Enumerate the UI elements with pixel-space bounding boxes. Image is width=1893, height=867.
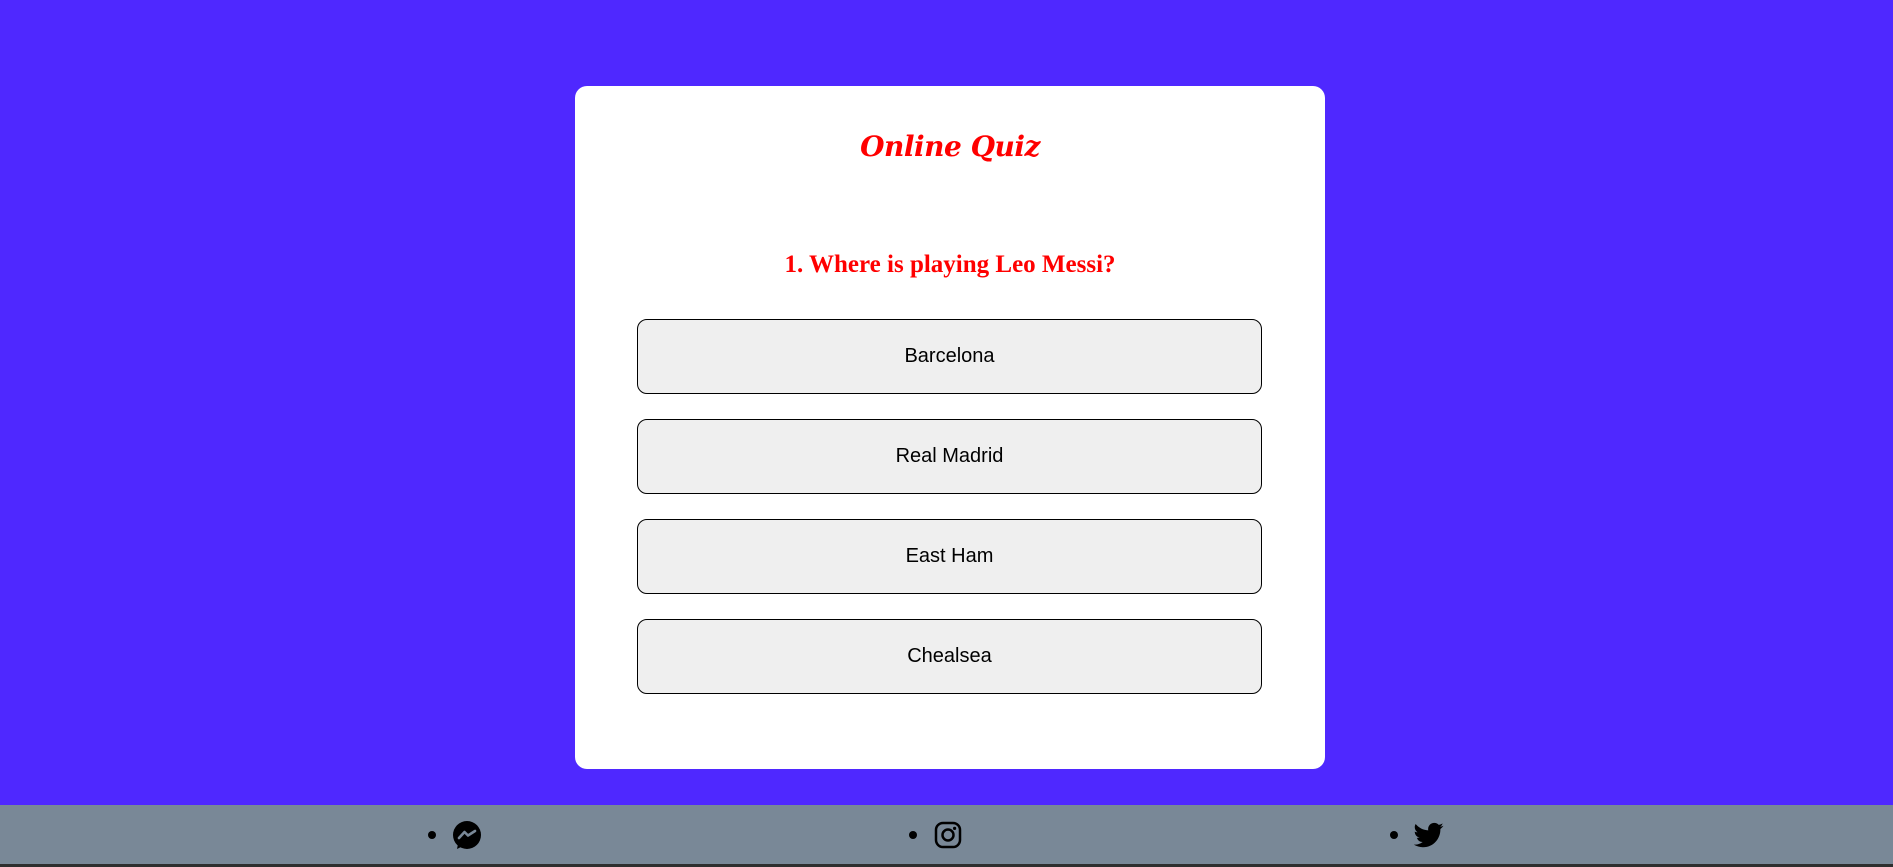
answer-button-1[interactable]: Barcelona (637, 319, 1262, 394)
list-bullet (909, 830, 917, 839)
question-text: 1. Where is playing Leo Messi? (784, 251, 1116, 278)
social-item-instagram (909, 805, 963, 864)
quiz-card: Online Quiz 1. Where is playing Leo Mess… (575, 86, 1325, 769)
footer (0, 805, 1893, 864)
list-bullet (428, 830, 436, 839)
answer-button-3[interactable]: East Ham (637, 519, 1262, 594)
messenger-icon[interactable] (452, 820, 482, 850)
answer-list: Barcelona Real Madrid East Ham Chealsea (637, 319, 1262, 719)
instagram-icon[interactable] (933, 820, 963, 850)
social-item-twitter (1390, 805, 1444, 864)
twitter-icon[interactable] (1414, 820, 1444, 850)
quiz-title: Online Quiz (860, 130, 1040, 163)
answer-button-4[interactable]: Chealsea (637, 619, 1262, 694)
answer-button-2[interactable]: Real Madrid (637, 419, 1262, 494)
social-item-messenger (428, 805, 482, 864)
list-bullet (1390, 830, 1398, 839)
